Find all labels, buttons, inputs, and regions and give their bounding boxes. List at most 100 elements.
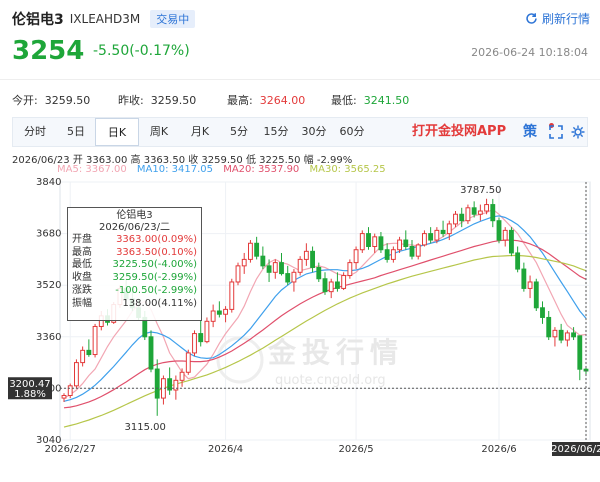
strategy-icon[interactable]: 策 xyxy=(523,118,537,146)
candle-body xyxy=(154,368,160,399)
candle-body xyxy=(527,281,533,289)
candle-body xyxy=(235,265,241,283)
open-app-link[interactable]: 打开金投网APP xyxy=(412,118,506,146)
candle-body xyxy=(303,250,309,260)
candle-body xyxy=(546,316,552,338)
tooltip-label: 收盘 xyxy=(72,272,92,284)
tab-weekly-k[interactable]: 周K xyxy=(139,118,179,146)
candle-body xyxy=(86,349,92,356)
candle-body xyxy=(521,268,527,289)
tooltip-label: 最低 xyxy=(72,259,92,271)
candle-body xyxy=(415,244,421,257)
candle-body xyxy=(533,281,539,309)
ohlc-tooltip: 伦铝电3 2026/06/23/二 开盘 3363.00(0.09%) 最高 336… xyxy=(67,207,202,321)
candle-body xyxy=(347,262,353,277)
candle-body xyxy=(459,213,465,222)
tab-5min[interactable]: 5分 xyxy=(221,118,257,146)
candle-body xyxy=(372,236,378,248)
tooltip-value: 3363.50(0.10%) xyxy=(116,246,197,258)
candle-body xyxy=(540,307,545,318)
candle-body xyxy=(446,223,452,235)
candle-body xyxy=(279,262,284,275)
candle-body xyxy=(409,246,415,257)
candle-body xyxy=(515,252,521,270)
ma30-label: MA30: 3565.25 xyxy=(309,164,386,175)
candle-body xyxy=(74,362,79,387)
tab-15min[interactable]: 15分 xyxy=(257,118,295,146)
candle-body xyxy=(552,329,558,338)
x-tick-label: 2026/4 xyxy=(208,444,243,455)
x-tick-label: 2026/06/23 xyxy=(551,444,600,455)
candle-body xyxy=(477,210,483,215)
tooltip-row: 振幅 138.00(4.11%) xyxy=(72,298,197,311)
candle-body xyxy=(204,320,210,343)
candle-body xyxy=(316,266,322,280)
candle-body xyxy=(328,281,334,293)
candle-body xyxy=(397,239,402,251)
stat-value: 3264.00 xyxy=(259,94,306,107)
divider xyxy=(0,79,600,80)
instrument-code: IXLEAHD3M xyxy=(69,12,141,26)
refresh-label: 刷新行情 xyxy=(541,12,590,26)
tab-daily-k[interactable]: 日K xyxy=(95,118,139,146)
candle-body xyxy=(341,275,347,289)
candle-body xyxy=(440,229,446,235)
candle-body xyxy=(390,249,396,260)
tooltip-row: 收盘 3259.50(-2.99%) xyxy=(72,272,197,285)
tooltip-row: 涨跌 -100.50(-2.99%) xyxy=(72,285,197,298)
candle-body xyxy=(577,335,583,370)
tooltip-title: 伦铝电3 xyxy=(116,210,153,221)
candle-body xyxy=(80,349,86,364)
candle-body xyxy=(490,204,496,222)
candle-body xyxy=(266,265,272,273)
tab-5day[interactable]: 5日 xyxy=(57,118,95,146)
tab-60min[interactable]: 60分 xyxy=(333,118,371,146)
tab-30min[interactable]: 30分 xyxy=(295,118,333,146)
price-change: -5.50(-0.17%) xyxy=(93,43,190,59)
candle-body xyxy=(210,310,216,322)
tooltip-row: 最低 3225.50(-4.00%) xyxy=(72,259,197,272)
ma5-label: MA5: 3367.00 xyxy=(57,164,127,175)
tooltip-row: 开盘 3363.00(0.09%) xyxy=(72,234,197,247)
tooltip-value: 138.00(4.11%) xyxy=(122,297,197,309)
candle-body xyxy=(223,308,228,315)
candle-body xyxy=(471,207,477,215)
candle-body xyxy=(359,233,365,251)
candle-body xyxy=(272,262,278,273)
candle-body xyxy=(67,385,73,396)
candle-body xyxy=(61,394,67,399)
candle-body xyxy=(509,229,514,254)
candle-body xyxy=(571,332,576,338)
y-tick-label: 3840 xyxy=(36,177,61,188)
candle-body xyxy=(384,249,390,260)
tooltip-label: 涨跌 xyxy=(72,284,92,296)
candle-body xyxy=(465,207,471,222)
stat-high: 最高: 3264.00 xyxy=(227,92,305,108)
candle-body xyxy=(428,233,434,241)
candle-body xyxy=(378,236,384,251)
watermark-url: quote.cngold.org xyxy=(275,373,386,388)
stat-open: 今开: 3259.50 xyxy=(12,92,90,108)
tooltip-date: 2026/06/23/二 xyxy=(98,222,170,233)
settings-icon[interactable] xyxy=(571,118,585,146)
candle-body xyxy=(558,329,564,341)
stat-label: 最高: xyxy=(227,94,253,107)
candle-body xyxy=(484,204,489,212)
candle-body xyxy=(254,242,260,257)
header: 伦铝电3 IXLEAHD3M 交易中 xyxy=(12,9,196,29)
tab-monthly-k[interactable]: 月K xyxy=(179,118,221,146)
x-tick-label: 2026/6 xyxy=(481,444,516,455)
fullscreen-icon[interactable] xyxy=(549,118,563,146)
candle-body xyxy=(216,310,222,315)
period-tabs: 分时 5日 日K 周K 月K 5分 15分 30分 60分 打开金投网APP 策 xyxy=(12,117,588,147)
refresh-button[interactable]: 刷新行情 xyxy=(525,10,590,27)
y-tick-label: 3680 xyxy=(36,229,61,240)
candle-body xyxy=(353,249,359,264)
tooltip-label: 振幅 xyxy=(72,297,92,309)
x-tick-label: 2026/5 xyxy=(338,444,373,455)
stat-value: 3259.50 xyxy=(44,94,91,107)
candle-body xyxy=(148,336,154,370)
watermark-title: 金投行情 xyxy=(267,336,404,369)
tab-intraday[interactable]: 分时 xyxy=(13,118,57,146)
candle-body xyxy=(310,250,315,268)
